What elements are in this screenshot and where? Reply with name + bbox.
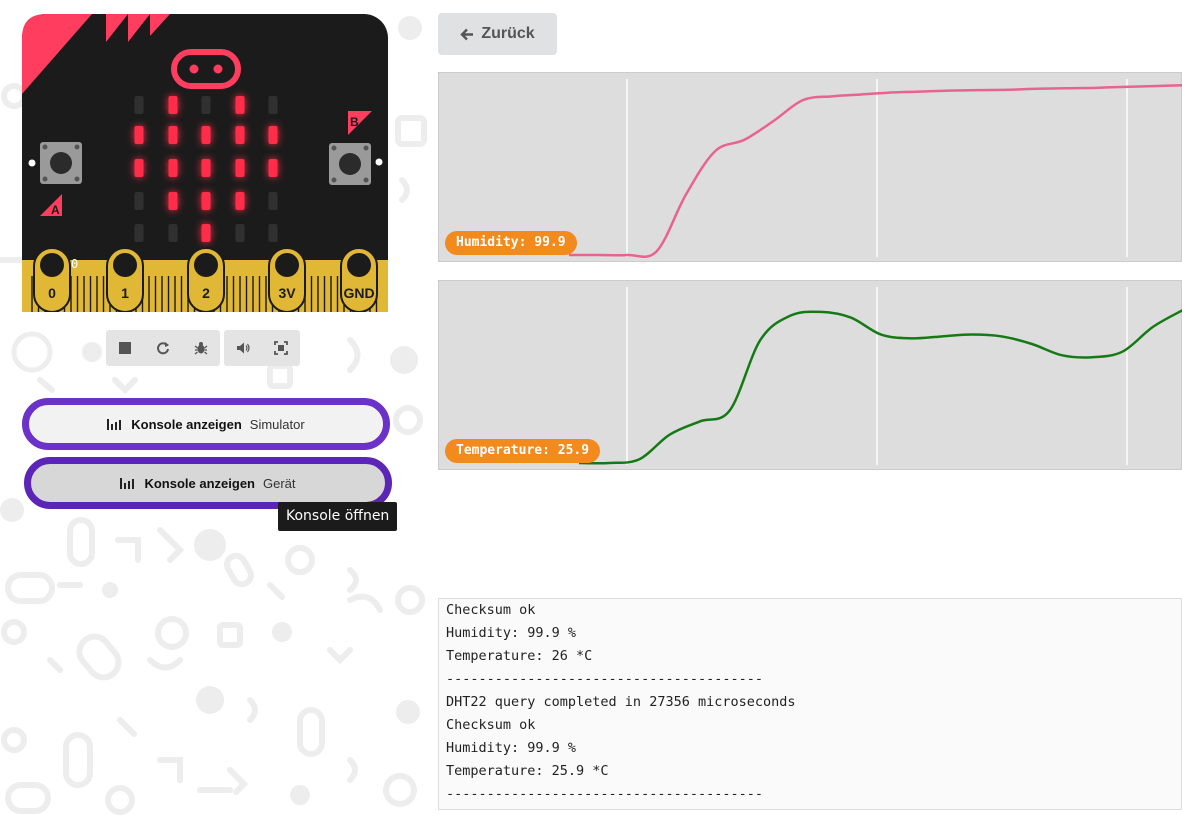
led-0-1 bbox=[168, 96, 178, 114]
led-3-4 bbox=[268, 192, 278, 210]
restart-button[interactable] bbox=[144, 330, 182, 366]
led-0-3 bbox=[235, 96, 245, 114]
pin-label: 2 bbox=[202, 285, 210, 301]
series-line-humidity bbox=[569, 83, 1182, 258]
tooltip: Konsole öffnen bbox=[278, 502, 398, 531]
control-group-run bbox=[106, 330, 220, 366]
console-button-label: Konsole anzeigen bbox=[144, 475, 255, 491]
svg-text:A: A bbox=[51, 203, 60, 217]
console-line: Checksum ok bbox=[446, 602, 536, 618]
chart-bars-icon bbox=[107, 419, 122, 430]
pin-gnd[interactable]: GND bbox=[340, 247, 378, 313]
console-button-source: Simulator bbox=[249, 416, 305, 432]
stop-button[interactable] bbox=[106, 330, 144, 366]
pin0-value: 0 bbox=[71, 257, 78, 271]
led-3-1 bbox=[168, 192, 178, 210]
restart-icon bbox=[157, 342, 169, 355]
led-3-3 bbox=[235, 192, 245, 210]
console-line: Humidity: 99.9 % bbox=[446, 625, 577, 641]
led-4-0 bbox=[134, 224, 144, 242]
pin-0[interactable]: 0 bbox=[33, 247, 71, 313]
arrow-left-icon bbox=[460, 28, 474, 40]
console-button-source: Gerät bbox=[263, 475, 296, 491]
chart-bars-icon bbox=[120, 478, 135, 489]
series-line-temperature bbox=[578, 309, 1182, 465]
stop-icon bbox=[119, 342, 131, 354]
led-1-0 bbox=[134, 126, 144, 144]
control-group-view bbox=[224, 330, 300, 366]
led-4-4 bbox=[268, 224, 278, 242]
pin-2[interactable]: 2 bbox=[187, 247, 225, 313]
pin-label: GND bbox=[343, 285, 374, 301]
led-1-1 bbox=[168, 126, 178, 144]
temperature-chart: Temperature: 25.9 bbox=[438, 280, 1182, 470]
simulator-controls bbox=[106, 330, 300, 366]
pin-label: 0 bbox=[48, 285, 56, 301]
led-1-2 bbox=[201, 126, 211, 144]
led-2-2 bbox=[201, 159, 211, 177]
led-1-3 bbox=[235, 126, 245, 144]
humidity-chart: Humidity: 99.9 bbox=[438, 72, 1182, 262]
console-line: Humidity: 99.9 % bbox=[446, 740, 577, 756]
console-output[interactable]: Checksum ok Humidity: 99.9 % Temperature: … bbox=[438, 598, 1182, 810]
show-console-simulator-button[interactable]: Konsole anzeigen Simulator bbox=[22, 398, 390, 450]
debug-button[interactable] bbox=[182, 330, 220, 366]
mute-button[interactable] bbox=[224, 330, 262, 366]
fullscreen-icon bbox=[274, 341, 288, 355]
led-2-4 bbox=[268, 159, 278, 177]
led-4-1 bbox=[168, 224, 178, 242]
pin-3v[interactable]: 3V bbox=[268, 247, 306, 313]
console-line: --------------------------------------- bbox=[446, 671, 763, 687]
humidity-badge: Humidity: 99.9 bbox=[445, 231, 577, 255]
led-2-3 bbox=[235, 159, 245, 177]
pin-label: 1 bbox=[121, 285, 129, 301]
pin-label: 3V bbox=[278, 285, 296, 301]
led-3-2 bbox=[201, 192, 211, 210]
console-line: Checksum ok bbox=[446, 717, 536, 733]
console-line: Temperature: 26 *C bbox=[446, 648, 593, 664]
led-0-0 bbox=[134, 96, 144, 114]
sound-icon bbox=[237, 342, 250, 354]
console-button-label: Konsole anzeigen bbox=[131, 416, 242, 432]
led-1-4 bbox=[268, 126, 278, 144]
led-2-0 bbox=[134, 159, 144, 177]
led-4-2 bbox=[201, 224, 211, 242]
pin-1[interactable]: 1 bbox=[106, 247, 144, 313]
led-0-4 bbox=[268, 96, 278, 114]
fullscreen-button[interactable] bbox=[262, 330, 300, 366]
back-button-label: Zurück bbox=[481, 25, 535, 42]
temperature-badge: Temperature: 25.9 bbox=[445, 439, 601, 463]
console-line: DHT22 query completed in 27356 microseco… bbox=[446, 694, 796, 710]
back-button[interactable]: Zurück bbox=[438, 13, 557, 55]
svg-text:B: B bbox=[350, 115, 359, 129]
led-4-3 bbox=[235, 224, 245, 242]
console-line: Temperature: 25.9 *C bbox=[446, 763, 609, 779]
led-0-2 bbox=[201, 96, 211, 114]
microbit-simulator: A B 0 1 2 3V GND 0 bbox=[22, 14, 388, 313]
debug-icon bbox=[194, 342, 208, 355]
led-3-0 bbox=[134, 192, 144, 210]
console-line: --------------------------------------- bbox=[446, 786, 763, 802]
led-2-1 bbox=[168, 159, 178, 177]
